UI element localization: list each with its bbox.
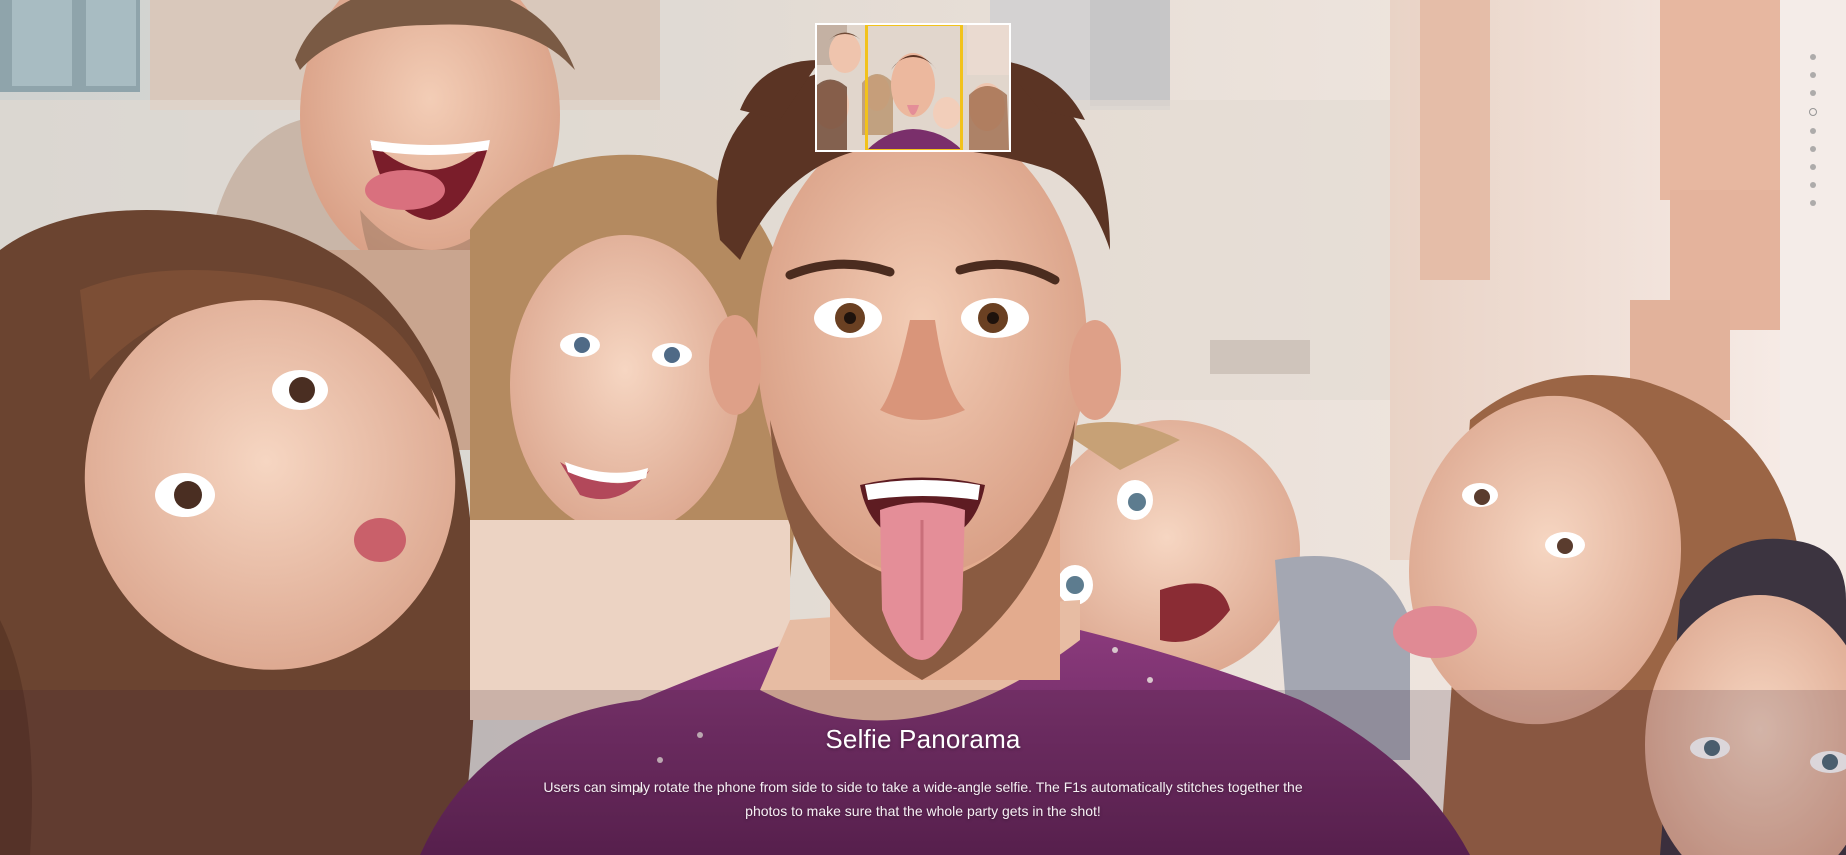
pagination-dot-6[interactable] (1810, 146, 1816, 152)
pagination-dot-2[interactable] (1810, 72, 1816, 78)
pagination-dot-4-active[interactable] (1809, 108, 1817, 116)
pagination-dot-1[interactable] (1810, 54, 1816, 60)
section-title: Selfie Panorama (825, 724, 1021, 754)
section-description: Users can simply rotate the phone from s… (543, 779, 1303, 819)
pagination-dot-3[interactable] (1810, 90, 1816, 96)
section-caption: Selfie Panorama Users can simply rotate … (0, 724, 1846, 823)
pagination-dot-5[interactable] (1810, 128, 1816, 134)
pagination-dot-9[interactable] (1810, 200, 1816, 206)
section-pagination (1807, 48, 1819, 212)
selfie-panorama-section: Selfie Panorama Users can simply rotate … (0, 0, 1846, 855)
pagination-dot-8[interactable] (1810, 182, 1816, 188)
current-frame-highlight (865, 25, 963, 150)
pagination-dot-7[interactable] (1810, 164, 1816, 170)
panorama-preview-thumbnail (815, 23, 1011, 152)
